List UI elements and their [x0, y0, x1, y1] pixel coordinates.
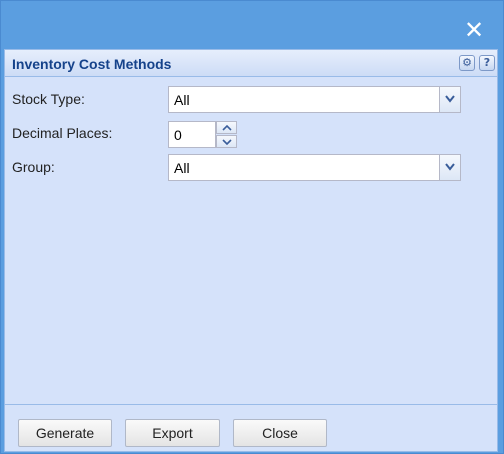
generate-button[interactable]: Generate: [18, 419, 112, 447]
panel-title: Inventory Cost Methods: [12, 56, 172, 72]
stock-type-dropdown-button[interactable]: [439, 87, 460, 112]
decimal-places-stepper[interactable]: 0: [168, 121, 237, 148]
stock-type-select[interactable]: All: [168, 86, 461, 113]
close-icon[interactable]: ✕: [463, 18, 485, 42]
export-button[interactable]: Export: [125, 419, 220, 447]
window-titlebar[interactable]: ✕: [1, 1, 503, 47]
panel-header: Inventory Cost Methods ⚙ ?: [5, 50, 497, 77]
decimal-places-increment[interactable]: [216, 121, 237, 134]
close-button[interactable]: Close: [233, 419, 327, 447]
chevron-down-icon: [445, 95, 455, 103]
group-value: All: [174, 160, 190, 176]
chevron-up-icon: [222, 125, 232, 131]
report-panel: Inventory Cost Methods ⚙ ? Stock Type: A…: [4, 49, 498, 452]
chevron-down-icon: [445, 163, 455, 171]
dialog-window: ✕ Inventory Cost Methods ⚙ ? Stock Type:…: [0, 0, 504, 454]
group-dropdown-button[interactable]: [439, 155, 460, 180]
decimal-places-input[interactable]: 0: [168, 121, 216, 148]
gear-icon[interactable]: ⚙: [459, 55, 475, 71]
decimal-places-decrement[interactable]: [216, 135, 237, 148]
help-icon[interactable]: ?: [479, 55, 495, 71]
group-select[interactable]: All: [168, 154, 461, 181]
decimal-places-label: Decimal Places:: [12, 125, 113, 141]
button-bar: Generate Export Close: [5, 404, 497, 451]
stock-type-label: Stock Type:: [12, 91, 85, 107]
chevron-down-icon: [222, 139, 232, 145]
stock-type-value: All: [174, 92, 190, 108]
group-label: Group:: [12, 159, 55, 175]
